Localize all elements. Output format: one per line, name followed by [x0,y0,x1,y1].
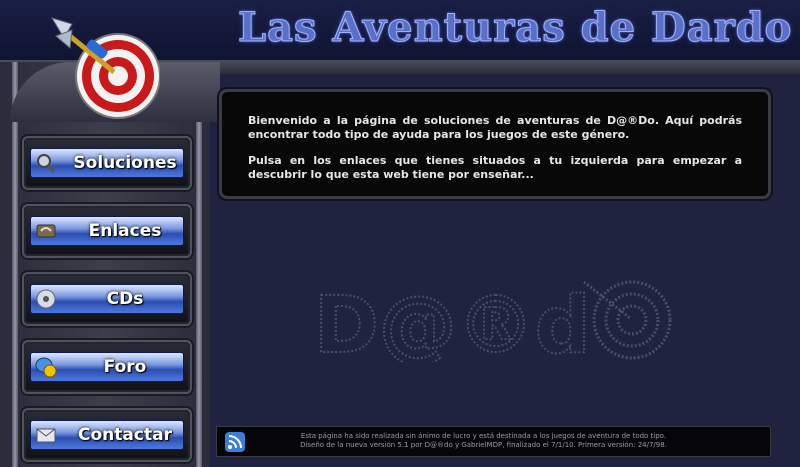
rss-icon[interactable] [225,432,245,452]
nav-cds-bar: CDs [30,284,184,314]
watermark-text: D@®d [314,281,591,362]
nav-cds-button[interactable]: CDs [22,272,192,326]
nav-foro-bar: Foro [30,352,184,382]
nav-foro-label: Foro [103,357,147,377]
mail-icon [36,428,56,443]
forum-icon [35,357,57,378]
nav-soluciones-label: Soluciones [73,153,177,173]
nav-soluciones-button[interactable]: Soluciones [22,136,192,190]
welcome-text-1: Bienvenido a la página de soluciones de … [248,114,742,141]
nav-cds-label: CDs [106,289,144,309]
footer-text: Esta página ha sido realizada sin ánimo … [257,432,710,450]
nav-foro-button[interactable]: Foro [22,340,192,394]
footer-bar: Esta página ha sido realizada sin ánimo … [216,426,771,457]
nav-enlaces-label: Enlaces [88,221,162,241]
search-icon [37,154,56,173]
welcome-panel: Bienvenido a la página de soluciones de … [219,89,771,199]
footer-line-2: Diseño de la nueva versión 5.1 por D@®do… [300,441,667,449]
welcome-text-2: Pulsa en los enlaces que tienes situados… [248,154,742,181]
cd-icon [36,289,56,309]
nav-soluciones-bar: Soluciones [30,148,184,178]
dardo-watermark-logo: D@®d [314,280,672,362]
link-icon [36,224,56,238]
nav-contactar-label: Contactar [78,425,172,445]
site-title: Las Aventuras de Dardo [237,4,793,52]
dart-target-logo[interactable] [50,14,160,124]
nav-contactar-bar: Contactar [30,420,184,450]
footer-line-1: Esta página ha sido realizada sin ánimo … [300,432,667,440]
nav-contactar-button[interactable]: Contactar [22,408,192,462]
nav-enlaces-button[interactable]: Enlaces [22,204,192,258]
nav-enlaces-bar: Enlaces [30,216,184,246]
